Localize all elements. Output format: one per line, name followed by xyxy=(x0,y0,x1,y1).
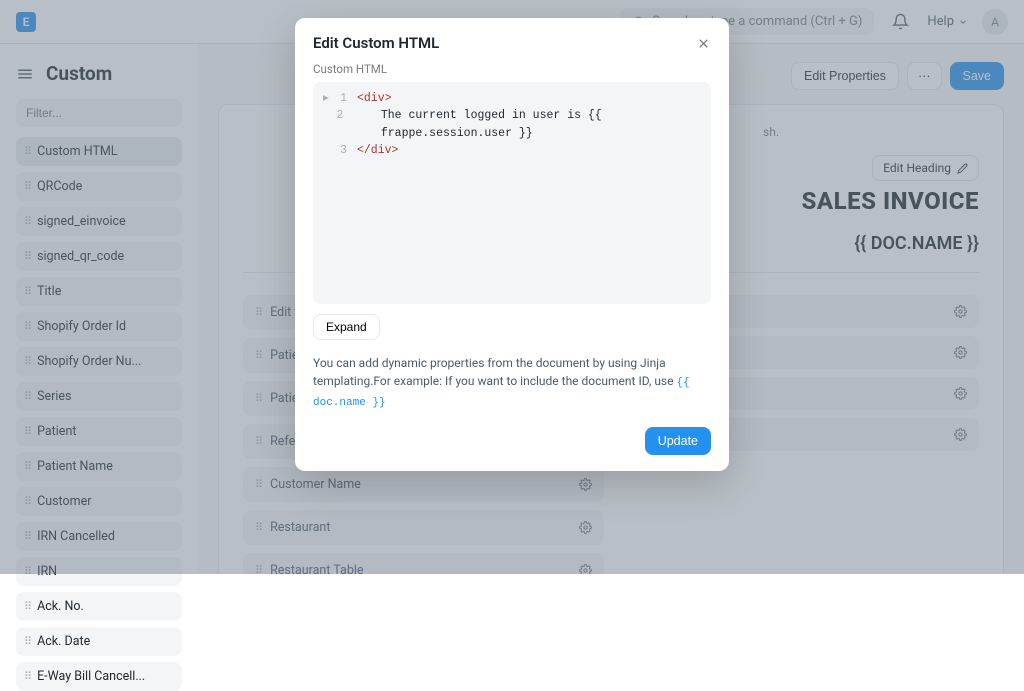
modal-backdrop[interactable]: Edit Custom HTML Custom HTML ▸1<div> 2 T… xyxy=(0,0,1024,574)
modal-help-text: You can add dynamic properties from the … xyxy=(313,354,711,411)
expand-button[interactable]: Expand xyxy=(313,314,380,340)
sidebar-item[interactable]: ⠿ Ack. Date xyxy=(16,627,182,656)
sidebar-item[interactable]: ⠿ E-Way Bill Cancell... xyxy=(16,662,182,691)
sidebar-item[interactable]: ⠿ Ack. No. xyxy=(16,592,182,621)
close-icon xyxy=(696,36,711,51)
drag-handle-icon[interactable]: ⠿ xyxy=(24,600,31,613)
code-editor[interactable]: ▸1<div> 2 The current logged in user is … xyxy=(313,82,711,304)
edit-custom-html-modal: Edit Custom HTML Custom HTML ▸1<div> 2 T… xyxy=(295,18,729,471)
fold-icon[interactable]: ▸ xyxy=(323,90,333,107)
drag-handle-icon[interactable]: ⠿ xyxy=(24,635,31,648)
sidebar-item-label: Ack. Date xyxy=(37,634,90,649)
update-button[interactable]: Update xyxy=(645,427,711,455)
modal-title: Edit Custom HTML xyxy=(313,34,439,52)
modal-close-button[interactable] xyxy=(696,36,711,51)
sidebar-item-label: E-Way Bill Cancell... xyxy=(37,669,145,684)
sidebar-item-label: Ack. No. xyxy=(37,599,84,614)
custom-html-label: Custom HTML xyxy=(313,62,711,76)
drag-handle-icon[interactable]: ⠿ xyxy=(24,670,31,683)
